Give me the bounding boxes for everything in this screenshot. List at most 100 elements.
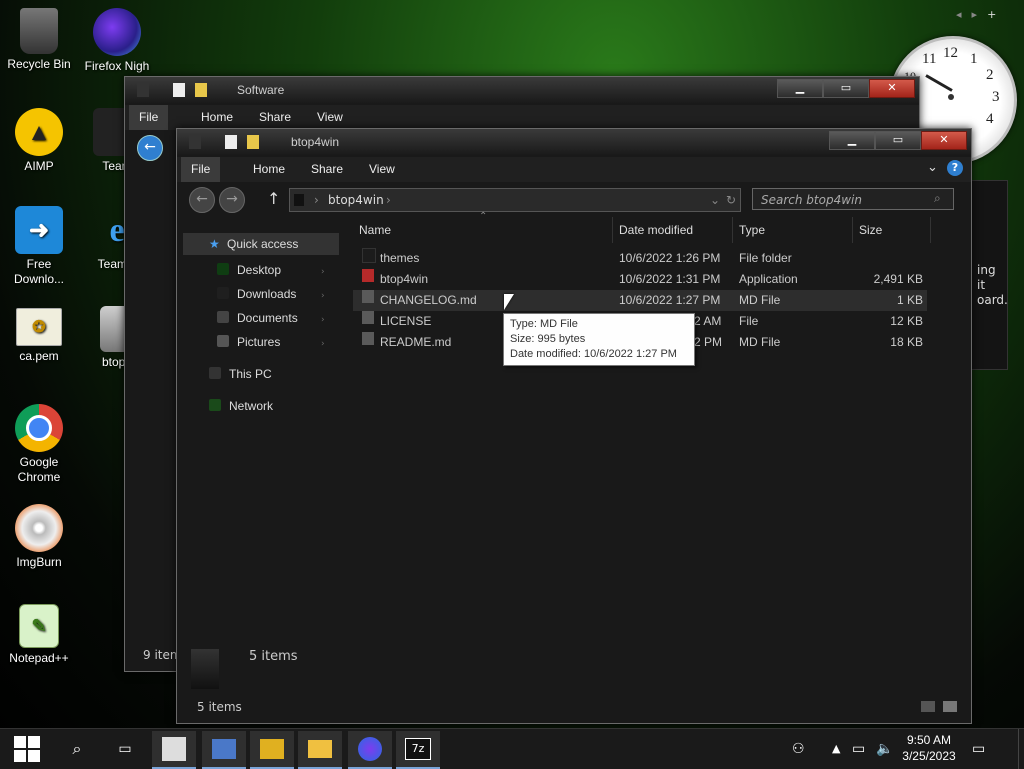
search-input[interactable]: Search btop4win [752, 188, 954, 210]
file-row[interactable]: CHANGELOG.md 10/6/2022 1:27 PM MD File 1… [353, 290, 927, 311]
gadget-prev-icon[interactable]: ◂ [956, 8, 972, 21]
nav-item-downloads[interactable]: Downloads [217, 287, 296, 301]
desktop-icon-notepad-plus-plus[interactable]: ✎ Notepad++ [1, 604, 77, 666]
taskbar-app-control-panel[interactable] [202, 731, 246, 769]
item-count: 5 items [197, 700, 242, 714]
file-row[interactable]: themes 10/6/2022 1:26 PM File folder [353, 248, 927, 269]
large-icons-view-icon[interactable] [943, 701, 957, 712]
tab-file[interactable]: File [181, 157, 221, 182]
desktop-icon-firefox-nightly[interactable]: Firefox Nigh [79, 8, 155, 74]
address-bar[interactable]: › btop4win › ⌄ ↻ [289, 188, 741, 212]
blank-app-icon [162, 737, 186, 761]
tab-home[interactable]: Home [191, 105, 243, 130]
ribbon-tabs: File Home Share View [125, 105, 919, 130]
tooltip-line: Size: 995 bytes [510, 333, 586, 345]
nav-item-quick-access[interactable]: ★ Quick access [183, 233, 339, 255]
task-view-button[interactable]: ▭ [102, 729, 148, 769]
tab-share[interactable]: Share [301, 157, 353, 182]
close-button[interactable]: ✕ [869, 79, 915, 98]
column-header-type[interactable]: Type [733, 217, 853, 243]
start-button[interactable] [4, 729, 50, 769]
desktop-icon-label: Firefox Nigh [84, 59, 150, 73]
maximize-button[interactable]: ▭ [875, 131, 921, 150]
nav-label: Pictures [237, 335, 281, 349]
help-icon[interactable]: ? [947, 160, 963, 176]
minimize-button[interactable]: ▁ [777, 79, 823, 98]
file-size: 2,491 KB [873, 272, 923, 286]
tab-home[interactable]: Home [243, 157, 295, 182]
minimize-button[interactable]: ▁ [829, 131, 875, 150]
star-icon: ★ [209, 237, 220, 251]
refresh-icon[interactable]: ↻ [726, 189, 736, 211]
column-header-size[interactable]: Size [853, 217, 931, 243]
back-button[interactable]: ← [137, 135, 163, 161]
taskbar-app-blank[interactable] [152, 731, 196, 769]
nav-item-network[interactable]: Network [209, 399, 273, 413]
title-bar[interactable]: Software ▁ ▭ ✕ [125, 77, 919, 103]
people-icon[interactable]: ⚇ [792, 729, 805, 769]
forward-button[interactable]: → [219, 187, 245, 213]
address-segment[interactable]: btop4win [328, 189, 384, 211]
action-center-icon[interactable]: ▭ [972, 729, 985, 769]
file-explorer-icon [308, 740, 332, 758]
taskbar-time: 9:50 AM [906, 733, 952, 747]
new-folder-icon[interactable] [195, 83, 207, 97]
taskbar-app-7zip[interactable]: 7z [396, 731, 440, 769]
clock-area[interactable]: 9:50 AM 3/25/2023 [898, 732, 960, 764]
desktop-icon-free-download-manager[interactable]: ➜ Free Downlo... [1, 206, 77, 287]
close-button[interactable]: ✕ [921, 131, 967, 150]
back-button[interactable]: ← [189, 187, 215, 213]
nav-item-documents[interactable]: Documents [217, 311, 298, 325]
tab-file[interactable]: File [129, 105, 169, 130]
clock-number: 4 [986, 111, 994, 127]
address-dropdown-icon[interactable]: ⌄ [710, 189, 720, 211]
volume-muted-icon[interactable]: 🔈 [876, 729, 893, 769]
tab-view[interactable]: View [307, 105, 353, 130]
new-folder-icon[interactable] [247, 135, 259, 149]
properties-icon[interactable] [225, 135, 237, 149]
taskbar-app-file-explorer[interactable] [298, 731, 342, 769]
search-button[interactable]: ⌕ [54, 729, 100, 769]
gadget-next-icon[interactable]: ▸ [972, 8, 988, 21]
desktop-icon-aimp[interactable]: ▲ AIMP [1, 108, 77, 174]
properties-icon[interactable] [173, 83, 185, 97]
column-header-date-modified[interactable]: Date modified [613, 217, 733, 243]
network-status-icon[interactable]: ▭ [852, 729, 865, 769]
navigation-bar: ← → ↑ › btop4win › ⌄ ↻ Search btop4win ⌕ [177, 182, 971, 222]
title-bar[interactable]: btop4win ▁ ▭ ✕ [177, 129, 971, 155]
tooltip-line: Date modified: 10/6/2022 1:27 PM [510, 348, 677, 360]
maximize-button[interactable]: ▭ [823, 79, 869, 98]
taskbar-app-firefox[interactable] [348, 731, 392, 769]
ribbon-expand-icon[interactable]: ⌄ [927, 160, 938, 175]
window-app-icon [189, 135, 201, 149]
details-count: 5 items [249, 649, 298, 664]
nav-item-desktop[interactable]: Desktop [217, 263, 281, 277]
computer-icon [209, 367, 221, 379]
clock-hour-hand [925, 74, 953, 92]
tab-share[interactable]: Share [249, 105, 301, 130]
show-desktop-button[interactable] [1018, 729, 1024, 769]
desktop-icon-recycle-bin[interactable]: Recycle Bin [1, 8, 77, 72]
show-hidden-icons[interactable]: ▲ [832, 729, 840, 769]
taskbar-app-remote-desktop[interactable] [250, 731, 294, 769]
file-name: README.md [380, 335, 452, 349]
control-panel-icon [212, 739, 236, 759]
explorer-window-btop4win[interactable]: btop4win ▁ ▭ ✕ File Home Share View ⌄ ? … [176, 128, 972, 724]
nav-label: This PC [229, 367, 272, 381]
desktop-icon-label: Recycle Bin [7, 57, 71, 71]
details-view-icon[interactable] [921, 701, 935, 712]
nav-item-pictures[interactable]: Pictures [217, 335, 280, 349]
nav-item-this-pc[interactable]: This PC [209, 367, 272, 381]
desktop-icon-imgburn[interactable]: ImgBurn [1, 504, 77, 570]
gadget-add-icon[interactable]: + [987, 8, 1006, 21]
side-panel: ing it oard. [968, 180, 1008, 370]
up-arrow-icon[interactable]: ↑ [267, 189, 280, 208]
nav-label: Network [229, 399, 274, 413]
tab-view[interactable]: View [359, 157, 405, 182]
column-header-name[interactable]: Name [353, 217, 613, 243]
file-row[interactable]: btop4win 10/6/2022 1:31 PM Application 2… [353, 269, 927, 290]
desktop-icon-ca-pem[interactable]: ✪ ca.pem [1, 308, 77, 364]
file-date: 2 PM [694, 335, 723, 349]
search-icon: ⌕ [72, 739, 82, 758]
desktop-icon-google-chrome[interactable]: Google Chrome [1, 404, 77, 485]
